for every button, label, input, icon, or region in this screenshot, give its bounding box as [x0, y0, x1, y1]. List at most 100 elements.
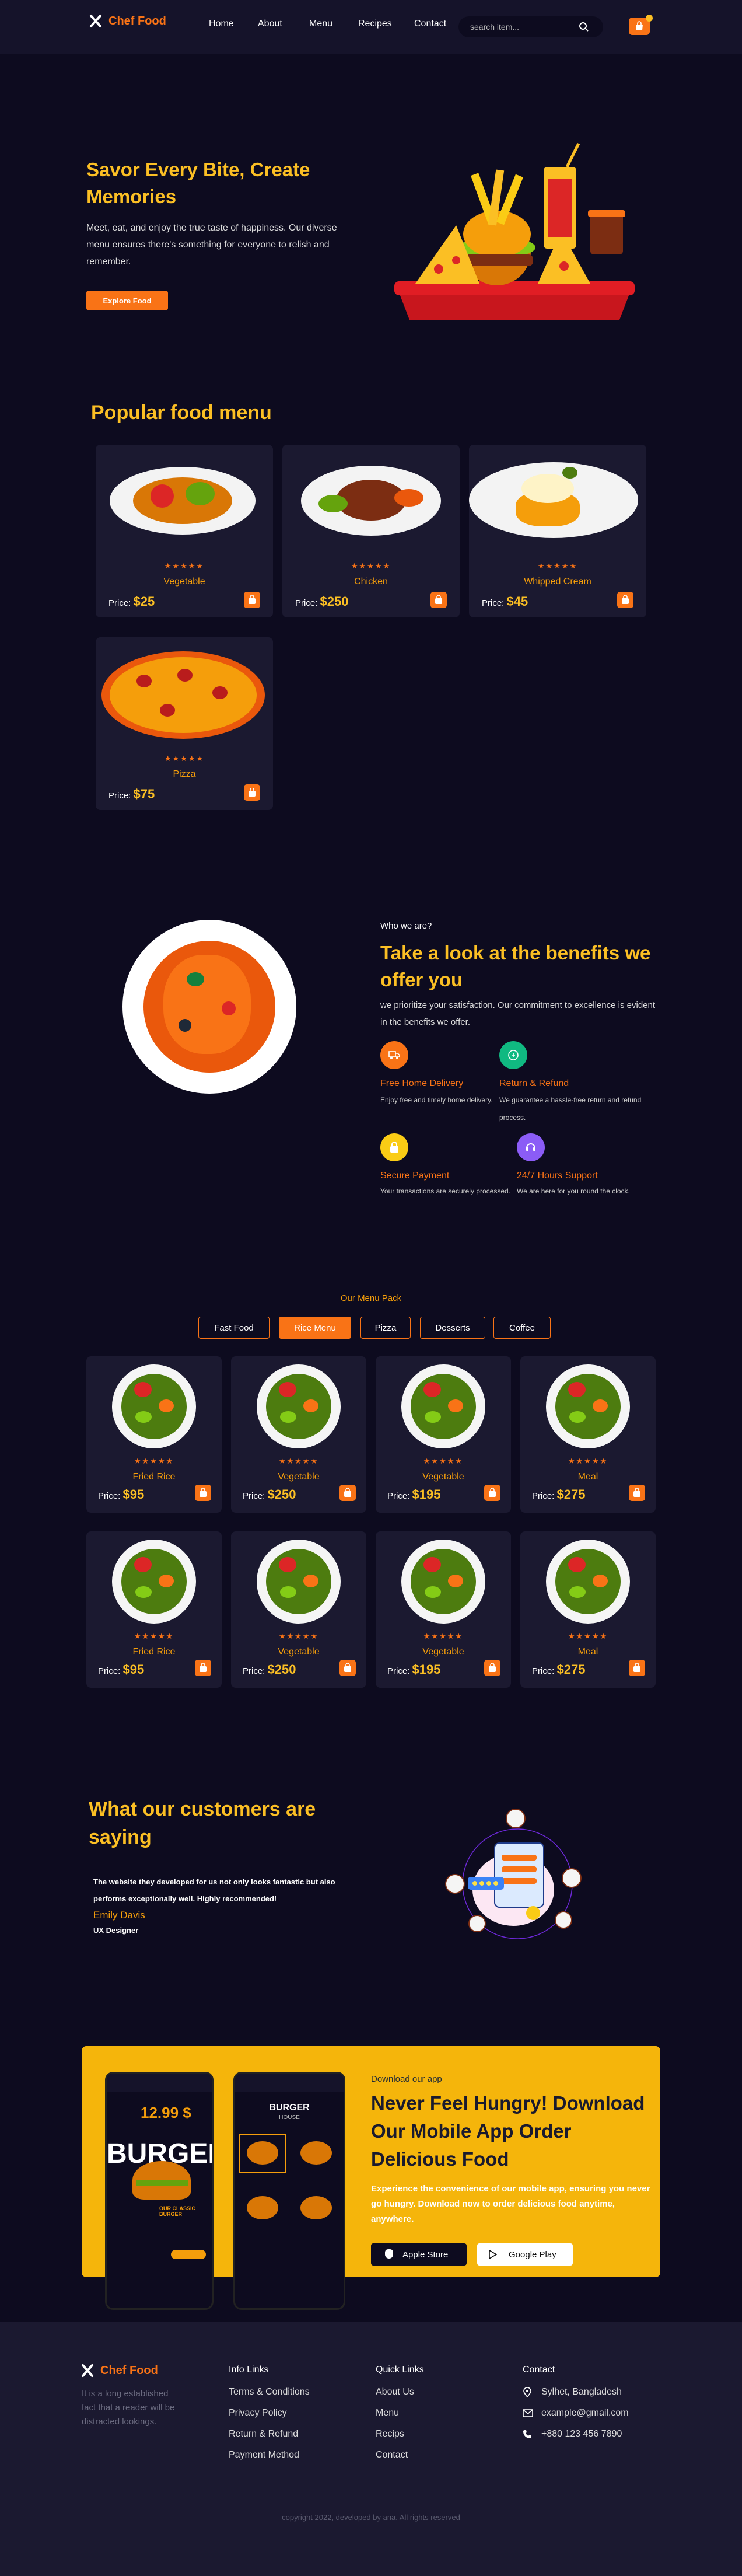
- footer-link-contact[interactable]: Contact: [376, 2450, 408, 2460]
- benefits-title: Take a look at the benefits we offer you: [380, 942, 651, 990]
- menu-card[interactable]: ★★★★★ Fried Rice Price: $95: [86, 1531, 222, 1688]
- footer-email[interactable]: example@gmail.com: [541, 2408, 629, 2418]
- vegetable-dish-image: [110, 467, 256, 535]
- feature-desc: Your transactions are securely processed…: [380, 1187, 511, 1195]
- salad-plate-image: [401, 1540, 485, 1624]
- rating-stars: ★★★★★: [568, 1457, 608, 1465]
- feature-title: Free Home Delivery: [380, 1078, 464, 1088]
- rating-stars: ★★★★★: [537, 561, 578, 570]
- food-name: Whipped Cream: [524, 577, 592, 587]
- add-to-cart-button[interactable]: [340, 1485, 356, 1501]
- price-label: Price:: [108, 598, 131, 608]
- salad-plate-image: [401, 1364, 485, 1448]
- hero-subtitle: Meet, eat, and enjoy the true taste of h…: [86, 223, 337, 267]
- phone-burger-heading: BURGER: [269, 2103, 310, 2113]
- feature-desc: We guarantee a hassle-free return and re…: [499, 1096, 642, 1122]
- bag-icon: [634, 1663, 640, 1672]
- add-to-cart-button[interactable]: [629, 1485, 645, 1501]
- nav-link-recipes[interactable]: Recipes: [358, 19, 392, 29]
- food-name: Chicken: [354, 577, 388, 587]
- cart-button[interactable]: [629, 15, 653, 35]
- footer-link-privacy[interactable]: Privacy Policy: [229, 2408, 287, 2418]
- salad-plate-image: [257, 1540, 341, 1624]
- footer-phone[interactable]: +880 123 456 7890: [541, 2429, 622, 2439]
- food-price: Price: $275: [532, 1487, 585, 1502]
- footer-address: Sylhet, Bangladesh: [541, 2387, 622, 2397]
- apple-store-button[interactable]: Apple Store: [371, 2243, 467, 2266]
- phone-burger-subheading: HOUSE: [279, 2114, 300, 2121]
- search-input[interactable]: [470, 21, 581, 33]
- price-label: Price:: [295, 598, 318, 608]
- tab-fast-food[interactable]: Fast Food: [198, 1317, 270, 1339]
- food-card[interactable]: ★★★★★ Pizza Price: $75: [96, 637, 273, 810]
- search-icon[interactable]: [579, 22, 589, 32]
- menu-card[interactable]: ★★★★★ Vegetable Price: $250: [231, 1531, 366, 1688]
- brand-logo[interactable]: Chef Food: [89, 14, 166, 28]
- price-value: $250: [320, 594, 349, 609]
- apple-store-label: Apple Store: [402, 2250, 449, 2260]
- price-label: Price:: [243, 1666, 265, 1676]
- menu-card[interactable]: ★★★★★ Vegetable Price: $195: [376, 1531, 511, 1688]
- tab-desserts[interactable]: Desserts: [420, 1317, 485, 1339]
- price-value: $25: [133, 594, 155, 609]
- cart-icon: [636, 21, 643, 30]
- food-card[interactable]: ★★★★★ Vegetable Price: $25: [96, 445, 273, 617]
- add-to-cart-button[interactable]: [244, 592, 260, 608]
- menu-card[interactable]: ★★★★★ Fried Rice Price: $95: [86, 1356, 222, 1513]
- menu-card[interactable]: ★★★★★ Meal Price: $275: [520, 1356, 656, 1513]
- bag-icon: [249, 788, 256, 797]
- footer-link-menu[interactable]: Menu: [376, 2408, 399, 2418]
- food-price: Price: $250: [243, 1487, 296, 1502]
- price-value: $250: [267, 1487, 296, 1502]
- add-to-cart-button[interactable]: [244, 784, 260, 801]
- add-to-cart-button[interactable]: [484, 1660, 501, 1676]
- truck-icon: [380, 1041, 408, 1069]
- phone-mockup-menu: 12.99 $ BURGER OUR CLASSIC BURGER: [105, 2072, 214, 2310]
- nav-link-home[interactable]: Home: [209, 19, 234, 29]
- nav-link-contact[interactable]: Contact: [414, 19, 446, 29]
- add-to-cart-button[interactable]: [484, 1485, 501, 1501]
- footer-link-payment[interactable]: Payment Method: [229, 2450, 299, 2460]
- footer-link-refund[interactable]: Return & Refund: [229, 2429, 298, 2439]
- bag-icon: [344, 1663, 351, 1672]
- add-to-cart-button[interactable]: [629, 1660, 645, 1676]
- price-label: Price:: [387, 1666, 410, 1676]
- tab-coffee[interactable]: Coffee: [494, 1317, 551, 1339]
- food-name: Vegetable: [278, 1472, 320, 1482]
- bag-icon: [344, 1488, 351, 1497]
- pasta-plate-image: [123, 920, 296, 1094]
- nav-link-about[interactable]: About: [258, 19, 282, 29]
- footer-brand[interactable]: Chef Food: [80, 2364, 158, 2378]
- menu-card[interactable]: ★★★★★ Meal Price: $275: [520, 1531, 656, 1688]
- rating-stars: ★★★★★: [134, 1457, 174, 1465]
- tab-rice-menu[interactable]: Rice Menu: [279, 1317, 351, 1339]
- price-value: $195: [412, 1662, 441, 1677]
- footer-link-recips[interactable]: Recips: [376, 2429, 404, 2439]
- nav-link-menu[interactable]: Menu: [309, 19, 332, 29]
- price-label: Price:: [532, 1491, 555, 1501]
- tab-pizza[interactable]: Pizza: [360, 1317, 411, 1339]
- food-price: Price: $75: [108, 787, 155, 802]
- price-label: Price:: [243, 1491, 265, 1501]
- add-to-cart-button[interactable]: [430, 592, 447, 608]
- footer-link-about[interactable]: About Us: [376, 2387, 414, 2397]
- add-to-cart-button[interactable]: [195, 1485, 211, 1501]
- whipped-cream-dessert-image: [469, 462, 638, 538]
- price-value: $195: [412, 1487, 441, 1502]
- add-to-cart-button[interactable]: [617, 592, 634, 608]
- add-to-cart-button[interactable]: [195, 1660, 211, 1676]
- add-to-cart-button[interactable]: [340, 1660, 356, 1676]
- food-name: Vegetable: [422, 1647, 464, 1657]
- food-card[interactable]: ★★★★★ Chicken Price: $250: [282, 445, 460, 617]
- footer-info-title: Info Links: [229, 2365, 269, 2375]
- testimonial-role: UX Designer: [93, 1926, 139, 1935]
- explore-food-button[interactable]: Explore Food: [86, 291, 168, 310]
- footer-quick-title: Quick Links: [376, 2365, 424, 2375]
- google-play-button[interactable]: Google Play: [477, 2243, 573, 2266]
- menu-card[interactable]: ★★★★★ Vegetable Price: $250: [231, 1356, 366, 1513]
- food-card[interactable]: ★★★★★ Whipped Cream Price: $45: [469, 445, 646, 617]
- support-icon: [517, 1133, 545, 1161]
- salad-plate-image: [257, 1364, 341, 1448]
- menu-card[interactable]: ★★★★★ Vegetable Price: $195: [376, 1356, 511, 1513]
- footer-link-terms[interactable]: Terms & Conditions: [229, 2387, 310, 2397]
